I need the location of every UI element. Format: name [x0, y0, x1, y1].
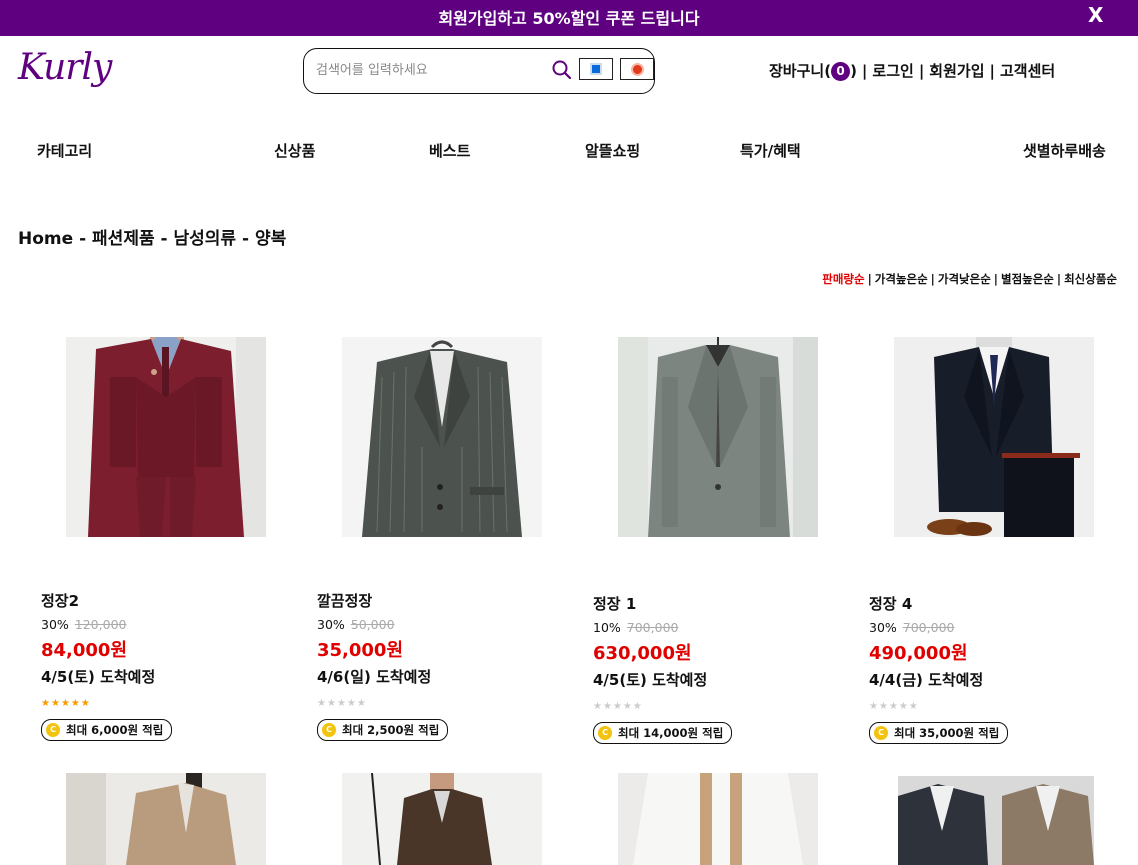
support-link[interactable]: 고객센터 [1000, 62, 1055, 80]
nav-deals[interactable]: 특가/혜택 [740, 140, 801, 161]
product-delivery-eta: 4/5(토) 도착예정 [41, 668, 156, 686]
star-icon: ★ [888, 701, 899, 712]
nav-best[interactable]: 베스트 [429, 140, 470, 161]
separator: | [989, 62, 995, 80]
star-icon: ★ [80, 698, 91, 709]
product-points-badge: C 최대 14,000원 적립 [593, 722, 733, 744]
product-discount-row: 10% 700,000 [593, 620, 678, 635]
product-image[interactable] [898, 776, 1094, 865]
coin-icon: C [46, 723, 60, 737]
sort-price-low[interactable]: 가격낮은순 [938, 272, 991, 286]
product-original-price: 700,000 [626, 620, 679, 635]
product-discount: 30% [869, 620, 897, 635]
product-price: 35,000원 [317, 640, 404, 661]
coin-icon: C [874, 726, 888, 740]
star-icon: ★ [70, 698, 81, 709]
cart-link[interactable]: 장바구니(0) [769, 62, 857, 81]
star-icon: ★ [346, 698, 357, 709]
product-points-badge: C 최대 6,000원 적립 [41, 719, 173, 741]
sort-rating[interactable]: 별점높은순 [1001, 272, 1054, 286]
product-price: 490,000원 [869, 643, 968, 664]
product-image[interactable] [894, 337, 1094, 537]
camera-icon[interactable] [579, 58, 613, 80]
star-icon: ★ [41, 698, 51, 709]
product-name[interactable]: 정장 1 [593, 593, 636, 614]
product-price: 630,000원 [593, 643, 692, 664]
product-original-price: 700,000 [902, 620, 955, 635]
star-icon: ★ [632, 701, 643, 712]
star-icon: ★ [50, 698, 61, 709]
star-icon: ★ [869, 701, 879, 712]
product-name[interactable]: 정장 4 [869, 593, 912, 614]
star-icon: ★ [336, 698, 347, 709]
product-image[interactable] [342, 337, 542, 537]
sort-newest[interactable]: 최신상품순 [1064, 272, 1117, 286]
product-rating-stars: ★★★★★ [593, 701, 643, 712]
product-points-badge: C 최대 2,500원 적립 [317, 719, 449, 741]
nav-category[interactable]: 카테고리 [37, 140, 92, 161]
product-delivery-eta: 4/4(금) 도착예정 [869, 671, 984, 689]
separator: | [861, 62, 868, 80]
nav-dawn-delivery[interactable]: 샛별하루배송 [1023, 140, 1106, 161]
cart-count-badge: 0 [831, 62, 851, 81]
star-icon: ★ [622, 701, 633, 712]
promo-banner: 회원가입하고 50%할인 쿠폰 드립니다 X [0, 0, 1138, 36]
breadcrumb: Home - 패션제품 - 남성의류 - 양복 [18, 229, 287, 249]
product-discount-row: 30% 700,000 [869, 620, 954, 635]
product-discount: 30% [317, 617, 345, 632]
product-rating-stars: ★★★★★ [869, 701, 919, 712]
product-image[interactable] [618, 773, 818, 865]
sort-options: 판매량순 | 가격높은순 | 가격낮은순 | 별점높은순 | 최신상품순 [822, 272, 1117, 286]
sort-price-high[interactable]: 가격높은순 [875, 272, 928, 286]
product-original-price: 120,000 [74, 617, 127, 632]
utility-menu: 장바구니(0) | 로그인 | 회원가입 | 고객센터 [769, 60, 1055, 81]
product-image[interactable] [66, 337, 266, 537]
star-icon: ★ [612, 701, 623, 712]
product-rating-stars: ★★★★★ [317, 698, 367, 709]
star-icon: ★ [898, 701, 909, 712]
product-delivery-eta: 4/6(일) 도착예정 [317, 668, 432, 686]
star-icon: ★ [602, 701, 613, 712]
kurly-logo[interactable]: Kurly [18, 47, 112, 88]
product-name[interactable]: 정장2 [41, 590, 79, 611]
record-icon[interactable] [620, 58, 654, 80]
search-bar [303, 48, 655, 94]
search-icon[interactable] [551, 59, 573, 81]
nav-thrift[interactable]: 알뜰쇼핑 [585, 140, 640, 161]
star-icon: ★ [356, 698, 367, 709]
product-discount-row: 30% 120,000 [41, 617, 126, 632]
product-image[interactable] [66, 773, 266, 865]
separator: | [918, 62, 925, 80]
sort-sales[interactable]: 판매량순 [822, 272, 864, 286]
product-discount: 30% [41, 617, 69, 632]
nav-new[interactable]: 신상품 [274, 140, 315, 161]
promo-text[interactable]: 회원가입하고 50%할인 쿠폰 드립니다 [0, 5, 1138, 29]
product-image[interactable] [618, 337, 818, 537]
signup-link[interactable]: 회원가입 [929, 62, 984, 80]
star-icon: ★ [878, 701, 889, 712]
product-discount: 10% [593, 620, 621, 635]
star-icon: ★ [317, 698, 327, 709]
star-icon: ★ [908, 701, 919, 712]
coin-icon: C [322, 723, 336, 737]
product-delivery-eta: 4/5(토) 도착예정 [593, 671, 708, 689]
star-icon: ★ [593, 701, 603, 712]
product-rating-stars: ★★★★★ [41, 698, 91, 709]
search-input[interactable] [316, 60, 546, 80]
close-icon[interactable]: X [1088, 3, 1103, 27]
product-discount-row: 30% 50,000 [317, 617, 395, 632]
product-points-badge: C 최대 35,000원 적립 [869, 722, 1009, 744]
coin-icon: C [598, 726, 612, 740]
product-original-price: 50,000 [350, 617, 395, 632]
product-name[interactable]: 깔끔정장 [317, 590, 372, 611]
product-price: 84,000원 [41, 640, 128, 661]
star-icon: ★ [326, 698, 337, 709]
product-image[interactable] [342, 773, 542, 865]
login-link[interactable]: 로그인 [872, 62, 913, 80]
star-icon: ★ [60, 698, 71, 709]
